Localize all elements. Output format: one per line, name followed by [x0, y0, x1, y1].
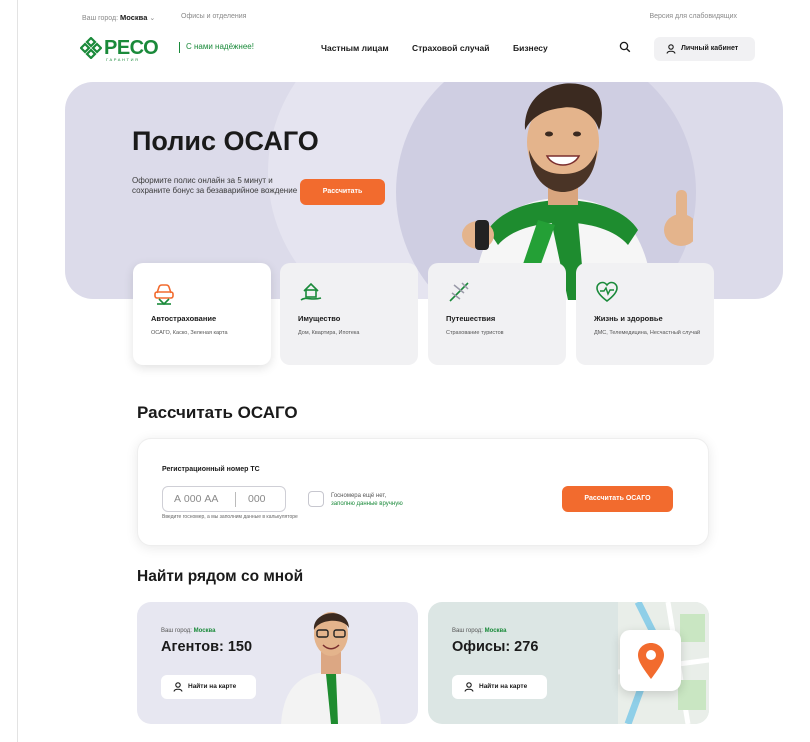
category-desc: Страхование туристов [446, 330, 504, 336]
location-pin-icon [638, 643, 664, 679]
personal-cabinet-button[interactable]: Личный кабинет [654, 37, 755, 61]
logo[interactable]: РЕСО ГАРАНТИЯ [80, 34, 180, 64]
offices-count: Офисы: 276 [452, 639, 539, 655]
user-icon [173, 682, 183, 692]
plate-region-placeholder: 000 [248, 493, 266, 505]
user-icon [666, 44, 676, 54]
category-desc: Дом, Квартира, Ипотека [298, 330, 360, 336]
house-hand-icon [300, 282, 322, 301]
no-plate-text: Госномера ещё нет, заполню данные вручну… [331, 492, 403, 508]
city-label: Ваш город: [82, 15, 119, 22]
no-plate-checkbox[interactable] [308, 491, 324, 507]
city-value: Москва [193, 628, 216, 634]
category-card-auto[interactable]: Автострахование ОСАГО, Каско, Зеленая ка… [133, 263, 271, 365]
search-icon[interactable] [619, 41, 631, 53]
chevron-down-icon: ⌄ [149, 15, 156, 22]
nav-private[interactable]: Частным лицам [321, 43, 389, 53]
city-value: Москва [484, 628, 507, 634]
category-desc: ОСАГО, Каско, Зеленая карта [151, 330, 228, 336]
category-card-property[interactable]: Имущество Дом, Квартира, Ипотека [280, 263, 418, 365]
hero-title: Полис ОСАГО [132, 126, 319, 156]
offices-card: Ваш город: Москва Офисы: 276 Найти на ка… [428, 602, 709, 724]
city-value: Москва [120, 13, 148, 22]
car-icon [154, 284, 174, 305]
accessibility-link[interactable]: Версия для слабовидящих [649, 13, 737, 20]
category-desc: ДМС, Телемедицина, Несчастный случай [594, 330, 701, 336]
manual-entry-link[interactable]: заполню данные вручную [331, 500, 403, 508]
hero-subtitle: Оформите полис онлайн за 5 минут и сохра… [132, 176, 298, 195]
category-title: Имущество [298, 314, 341, 323]
nav-insurance-case[interactable]: Страховой случай [412, 43, 489, 53]
slogan: С нами надёжнее! [179, 42, 254, 53]
plate-hint: Введите госномер, а мы заполним данные в… [162, 514, 298, 520]
offices-city: Ваш город: Москва [452, 628, 506, 634]
cabinet-label: Личный кабинет [681, 45, 739, 52]
user-icon [464, 682, 474, 692]
plate-field-label: Регистрационный номер ТС [162, 466, 260, 473]
find-on-map-label: Найти на карте [188, 683, 237, 690]
top-bar: Ваш город: Москва ⌄ Офисы и отделения Ве… [18, 0, 810, 34]
city-selector[interactable]: Ваш город: Москва ⌄ [82, 13, 155, 22]
offices-link[interactable]: Офисы и отделения [181, 13, 246, 20]
agents-card: Ваш город: Москва Агентов: 150 Найти на … [137, 602, 418, 724]
plane-icon [449, 282, 469, 302]
plate-main-placeholder: А 000 АА [174, 493, 219, 505]
no-plate-label: Госномера ещё нет, [331, 493, 387, 499]
category-title: Автострахование [151, 314, 217, 323]
near-heading: Найти рядом со мной [137, 568, 304, 585]
city-label: Ваш город: [452, 628, 483, 634]
calc-heading: Рассчитать ОСАГО [137, 403, 298, 422]
page-frame: Ваш город: Москва ⌄ Офисы и отделения Ве… [17, 0, 810, 742]
category-title: Путешествия [446, 314, 496, 323]
agents-city: Ваш город: Москва [161, 628, 215, 634]
agents-find-on-map-button[interactable]: Найти на карте [161, 675, 256, 699]
hero-calculate-button[interactable]: Рассчитать [300, 179, 385, 205]
osago-calculator: Регистрационный номер ТС А 000 АА 000 Вв… [137, 438, 709, 546]
location-pin-card [620, 630, 681, 691]
plate-number-input[interactable]: А 000 АА 000 [162, 486, 286, 512]
nav-business[interactable]: Бизнесу [513, 43, 548, 53]
city-label: Ваш город: [161, 628, 192, 634]
category-title: Жизнь и здоровье [594, 314, 663, 323]
agent-person-image [281, 612, 381, 724]
heart-pulse-icon [596, 281, 618, 303]
plate-divider [235, 492, 236, 507]
logo-subtext: ГАРАНТИЯ [106, 57, 140, 62]
category-card-travel[interactable]: Путешествия Страхование туристов [428, 263, 566, 365]
category-card-health[interactable]: Жизнь и здоровье ДМС, Телемедицина, Несч… [576, 263, 714, 365]
offices-find-on-map-button[interactable]: Найти на карте [452, 675, 547, 699]
calculate-osago-button[interactable]: Рассчитать ОСАГО [562, 486, 673, 512]
agents-count: Агентов: 150 [161, 639, 253, 655]
find-on-map-label: Найти на карте [479, 683, 528, 690]
logo-mark-icon [80, 37, 102, 59]
